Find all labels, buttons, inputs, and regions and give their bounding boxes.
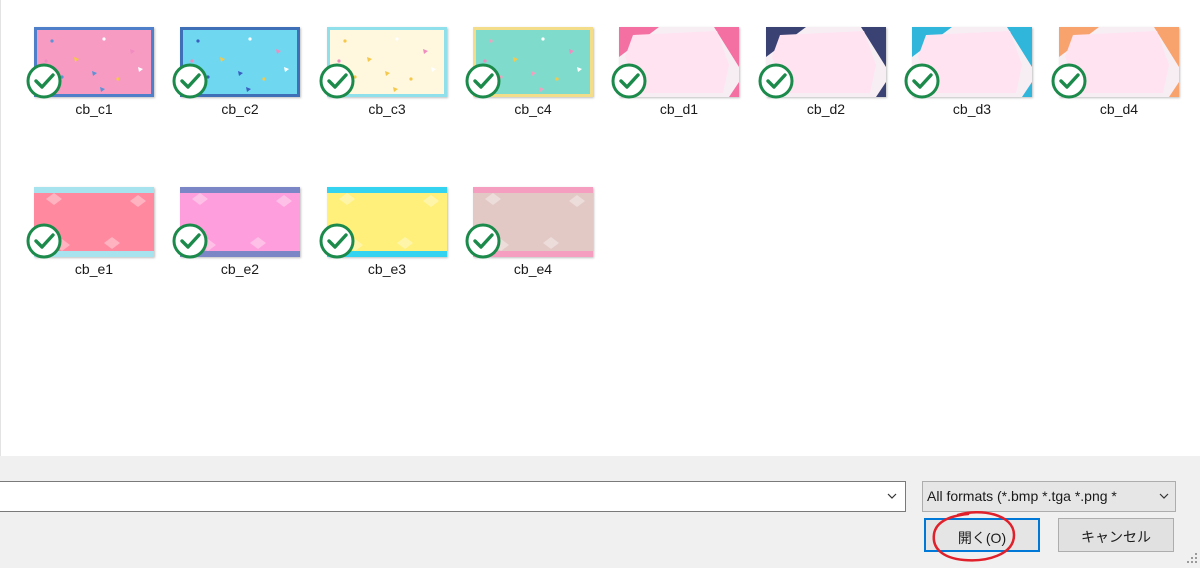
chevron-down-icon[interactable] <box>1157 489 1171 503</box>
file-name-label: cb_d3 <box>952 101 992 117</box>
file-name-label: cb_d4 <box>1099 101 1139 117</box>
checkmark-badge-icon[interactable] <box>1051 63 1087 99</box>
file-item[interactable]: cb_c4 <box>465 23 595 133</box>
resize-grip-icon[interactable] <box>1186 552 1198 564</box>
file-name-label: cb_d1 <box>659 101 699 117</box>
dialog-footer: All formats (*.bmp *.tga *.png * 開く(O) キ… <box>0 456 1200 568</box>
file-name-label: cb_c2 <box>221 101 259 117</box>
cancel-button[interactable]: キャンセル <box>1058 518 1174 552</box>
filename-input[interactable] <box>0 482 869 511</box>
file-item[interactable]: cb_d2 <box>758 23 888 133</box>
file-item[interactable]: cb_e1 <box>26 183 156 293</box>
file-item[interactable]: cb_e2 <box>172 183 302 293</box>
checkmark-badge-icon[interactable] <box>319 63 355 99</box>
checkmark-badge-icon[interactable] <box>172 223 208 259</box>
cancel-button-label: キャンセル <box>1081 529 1151 545</box>
checkmark-badge-icon[interactable] <box>26 223 62 259</box>
file-item[interactable]: cb_c1 <box>26 23 156 133</box>
checkmark-badge-icon[interactable] <box>611 63 647 99</box>
file-name-label: cb_e1 <box>74 261 114 277</box>
checkmark-badge-icon[interactable] <box>904 63 940 99</box>
file-name-label: cb_c1 <box>75 101 113 117</box>
file-list-view: cb_c1 cb_c2 cb_c3 cb_c4 cb_d1 cb_d2 cb_d3 cb_d4… <box>0 0 1200 456</box>
file-name-label: cb_e4 <box>513 261 553 277</box>
checkmark-badge-icon[interactable] <box>758 63 794 99</box>
checkmark-badge-icon[interactable] <box>465 63 501 99</box>
filetype-selected-label: All formats (*.bmp *.tga *.png * <box>927 488 1117 504</box>
file-item[interactable]: cb_e3 <box>319 183 449 293</box>
checkmark-badge-icon[interactable] <box>26 63 62 99</box>
file-name-label: cb_e2 <box>220 261 260 277</box>
file-item[interactable]: cb_d3 <box>904 23 1034 133</box>
chevron-down-icon[interactable] <box>885 489 899 503</box>
file-name-label: cb_c4 <box>514 101 552 117</box>
file-item[interactable]: cb_e4 <box>465 183 595 293</box>
file-item[interactable]: cb_c3 <box>319 23 449 133</box>
file-name-label: cb_c3 <box>368 101 406 117</box>
filetype-select[interactable]: All formats (*.bmp *.tga *.png * <box>922 481 1176 512</box>
filename-combobox[interactable] <box>0 481 906 512</box>
open-button-label: 開く(O) <box>957 530 1007 546</box>
file-item[interactable]: cb_d1 <box>611 23 741 133</box>
file-item[interactable]: cb_c2 <box>172 23 302 133</box>
file-name-label: cb_e3 <box>367 261 407 277</box>
file-name-label: cb_d2 <box>806 101 846 117</box>
open-button[interactable]: 開く(O) <box>924 518 1040 552</box>
checkmark-badge-icon[interactable] <box>172 63 208 99</box>
checkmark-badge-icon[interactable] <box>319 223 355 259</box>
checkmark-badge-icon[interactable] <box>465 223 501 259</box>
file-item[interactable]: cb_d4 <box>1051 23 1181 133</box>
